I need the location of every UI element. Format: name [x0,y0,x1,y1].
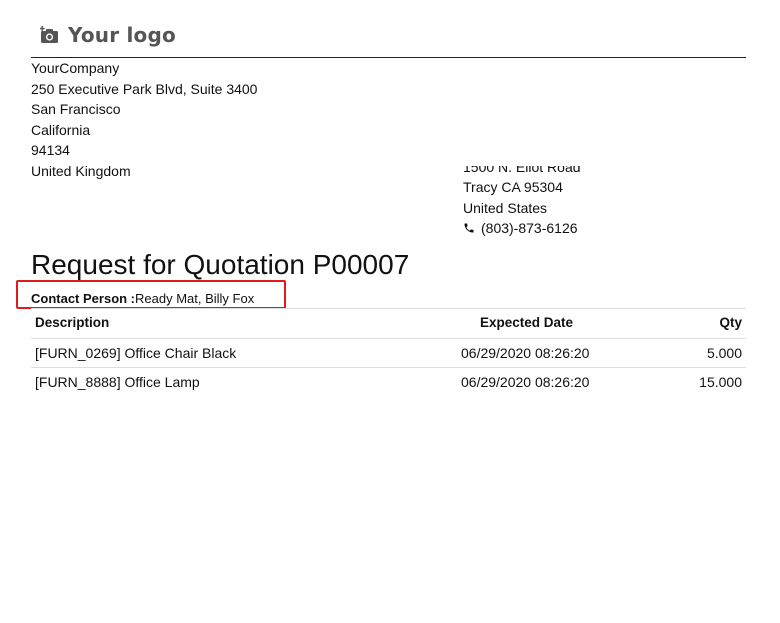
cell-description: [FURN_8888] Office Lamp [35,374,200,390]
vendor-street: 1500 N. Eliot Road [463,166,581,175]
company-address: YourCompany 250 Executive Park Blvd, Sui… [31,58,257,182]
camera-plus-icon [40,26,60,44]
company-state: California [31,121,91,138]
company-city: San Francisco [31,101,121,118]
highlight-annotation-box [16,280,286,309]
vendor-address: 1500 N. Eliot Road Tracy CA 95304 United… [463,166,753,252]
column-header-description: Description [35,315,110,330]
column-header-qty: Qty [719,315,742,330]
company-logo: Your logo [40,22,176,48]
company-zip: 94134 [31,142,70,159]
order-lines-table: Description Expected Date Qty [FURN_0269… [31,308,746,396]
company-street: 250 Executive Park Blvd, Suite 3400 [31,80,258,97]
cell-qty: 5.000 [706,345,742,361]
cell-qty: 15.000 [699,374,742,390]
table-row: [FURN_8888] Office Lamp 06/29/2020 08:26… [31,367,746,396]
cell-expected-date: 06/29/2020 08:26:20 [461,374,590,390]
company-country: United Kingdom [31,162,131,179]
page-title: Request for Quotation P00007 [31,249,410,280]
cell-expected-date: 06/29/2020 08:26:20 [461,345,590,361]
vendor-phone: (803)-873-6126 [481,220,578,237]
column-header-expected-date: Expected Date [480,315,574,330]
logo-text: Your logo [68,23,176,47]
vendor-country: United States [463,199,548,216]
table-header-row: Description Expected Date Qty [31,308,746,338]
vendor-city-line: Tracy CA 95304 [463,179,563,196]
table-row: [FURN_0269] Office Chair Black 06/29/202… [31,338,746,367]
vendor-phone-row: (803)-873-6126 [463,218,581,238]
cell-description: [FURN_0269] Office Chair Black [35,345,237,361]
phone-icon [463,222,481,234]
company-name: YourCompany [31,60,120,76]
